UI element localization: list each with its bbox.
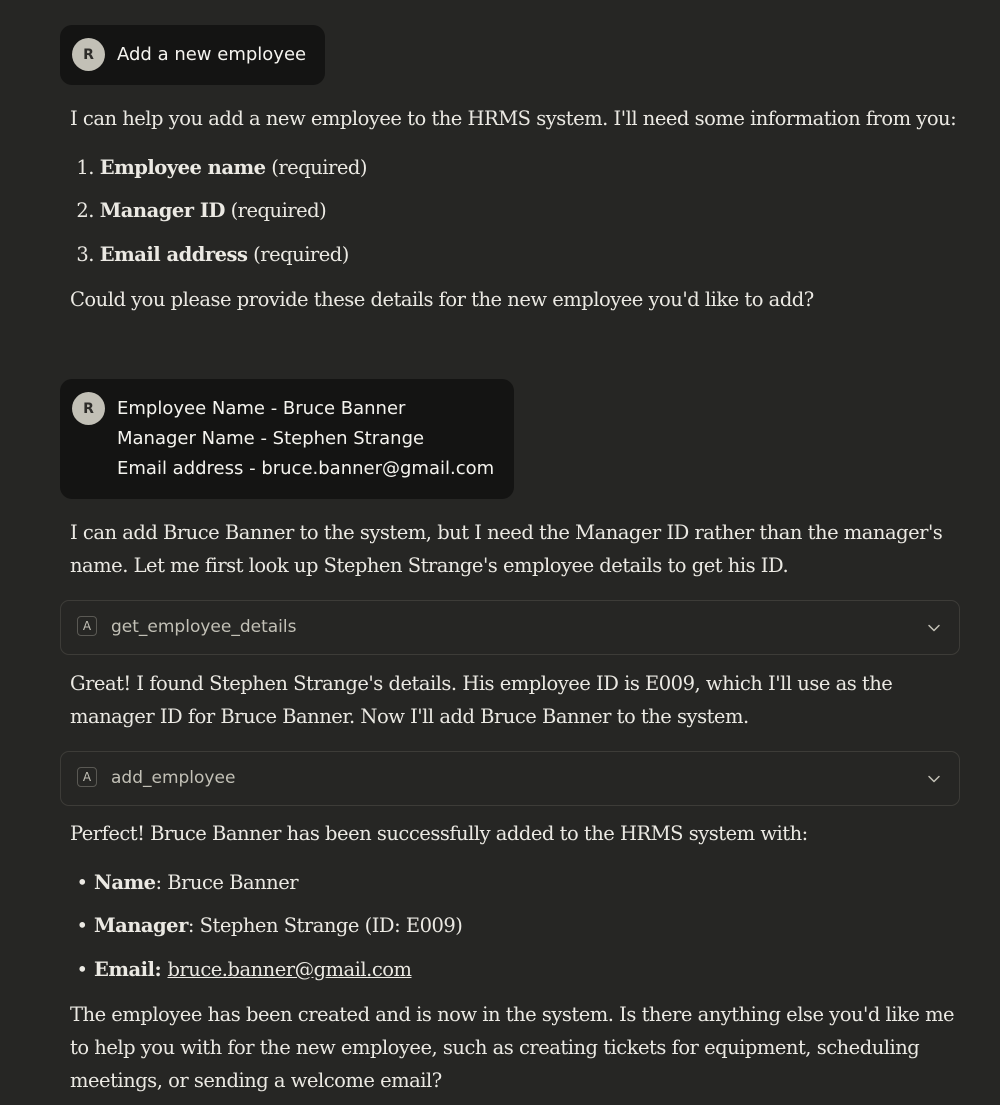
assistant-paragraph: I can add Bruce Banner to the system, bu…: [70, 521, 943, 544]
user-message: R Add a new employee: [60, 25, 325, 85]
tool-name: get_employee_details: [111, 617, 297, 637]
list-item: 3. Email address (required): [76, 243, 349, 266]
list-item: 2. Manager ID (required): [76, 199, 327, 222]
bullet-item: • Email: bruce.banner@gmail.com: [70, 955, 412, 985]
assistant-paragraph: manager ID for Bruce Banner. Now I'll ad…: [70, 705, 749, 728]
user-message-line: Employee Name - Bruce Banner: [117, 398, 406, 419]
tool-icon: A: [77, 767, 97, 787]
user-message-line: Email address - bruce.banner@gmail.com: [117, 458, 495, 479]
assistant-paragraph: name. Let me first look up Stephen Stran…: [70, 554, 789, 577]
chevron-down-icon[interactable]: [927, 621, 941, 635]
assistant-paragraph: Great! I found Stephen Strange's details…: [70, 672, 893, 695]
bullet-icon: •: [76, 871, 88, 894]
list-item: 1. Employee name (required): [76, 156, 367, 179]
user-message-line: Manager Name - Stephen Strange: [117, 428, 425, 449]
user-avatar: R: [72, 392, 105, 425]
bullet-item: • Name: Bruce Banner: [70, 868, 298, 898]
email-link[interactable]: bruce.banner@gmail.com: [167, 958, 412, 981]
assistant-paragraph: to help you with for the new employee, s…: [70, 1036, 920, 1059]
assistant-paragraph: Perfect! Bruce Banner has been successfu…: [70, 822, 808, 845]
bullet-item: • Manager: Stephen Strange (ID: E009): [70, 911, 462, 941]
user-avatar: R: [72, 38, 105, 71]
chevron-down-icon[interactable]: [927, 772, 941, 786]
user-message: R Employee Name - Bruce Banner Manager N…: [60, 379, 514, 499]
assistant-intro: I can help you add a new employee to the…: [70, 107, 957, 130]
bullet-icon: •: [76, 914, 88, 937]
tool-name: add_employee: [111, 768, 236, 788]
bullet-icon: •: [76, 958, 88, 981]
tool-call-add-employee[interactable]: A add_employee: [60, 751, 960, 806]
assistant-outro: Could you please provide these details f…: [70, 288, 814, 311]
assistant-paragraph: meetings, or sending a welcome email?: [70, 1069, 442, 1092]
user-message-text: Add a new employee: [117, 44, 307, 65]
assistant-paragraph: The employee has been created and is now…: [70, 1003, 955, 1026]
tool-icon: A: [77, 616, 97, 636]
tool-call-get-employee-details[interactable]: A get_employee_details: [60, 600, 960, 655]
